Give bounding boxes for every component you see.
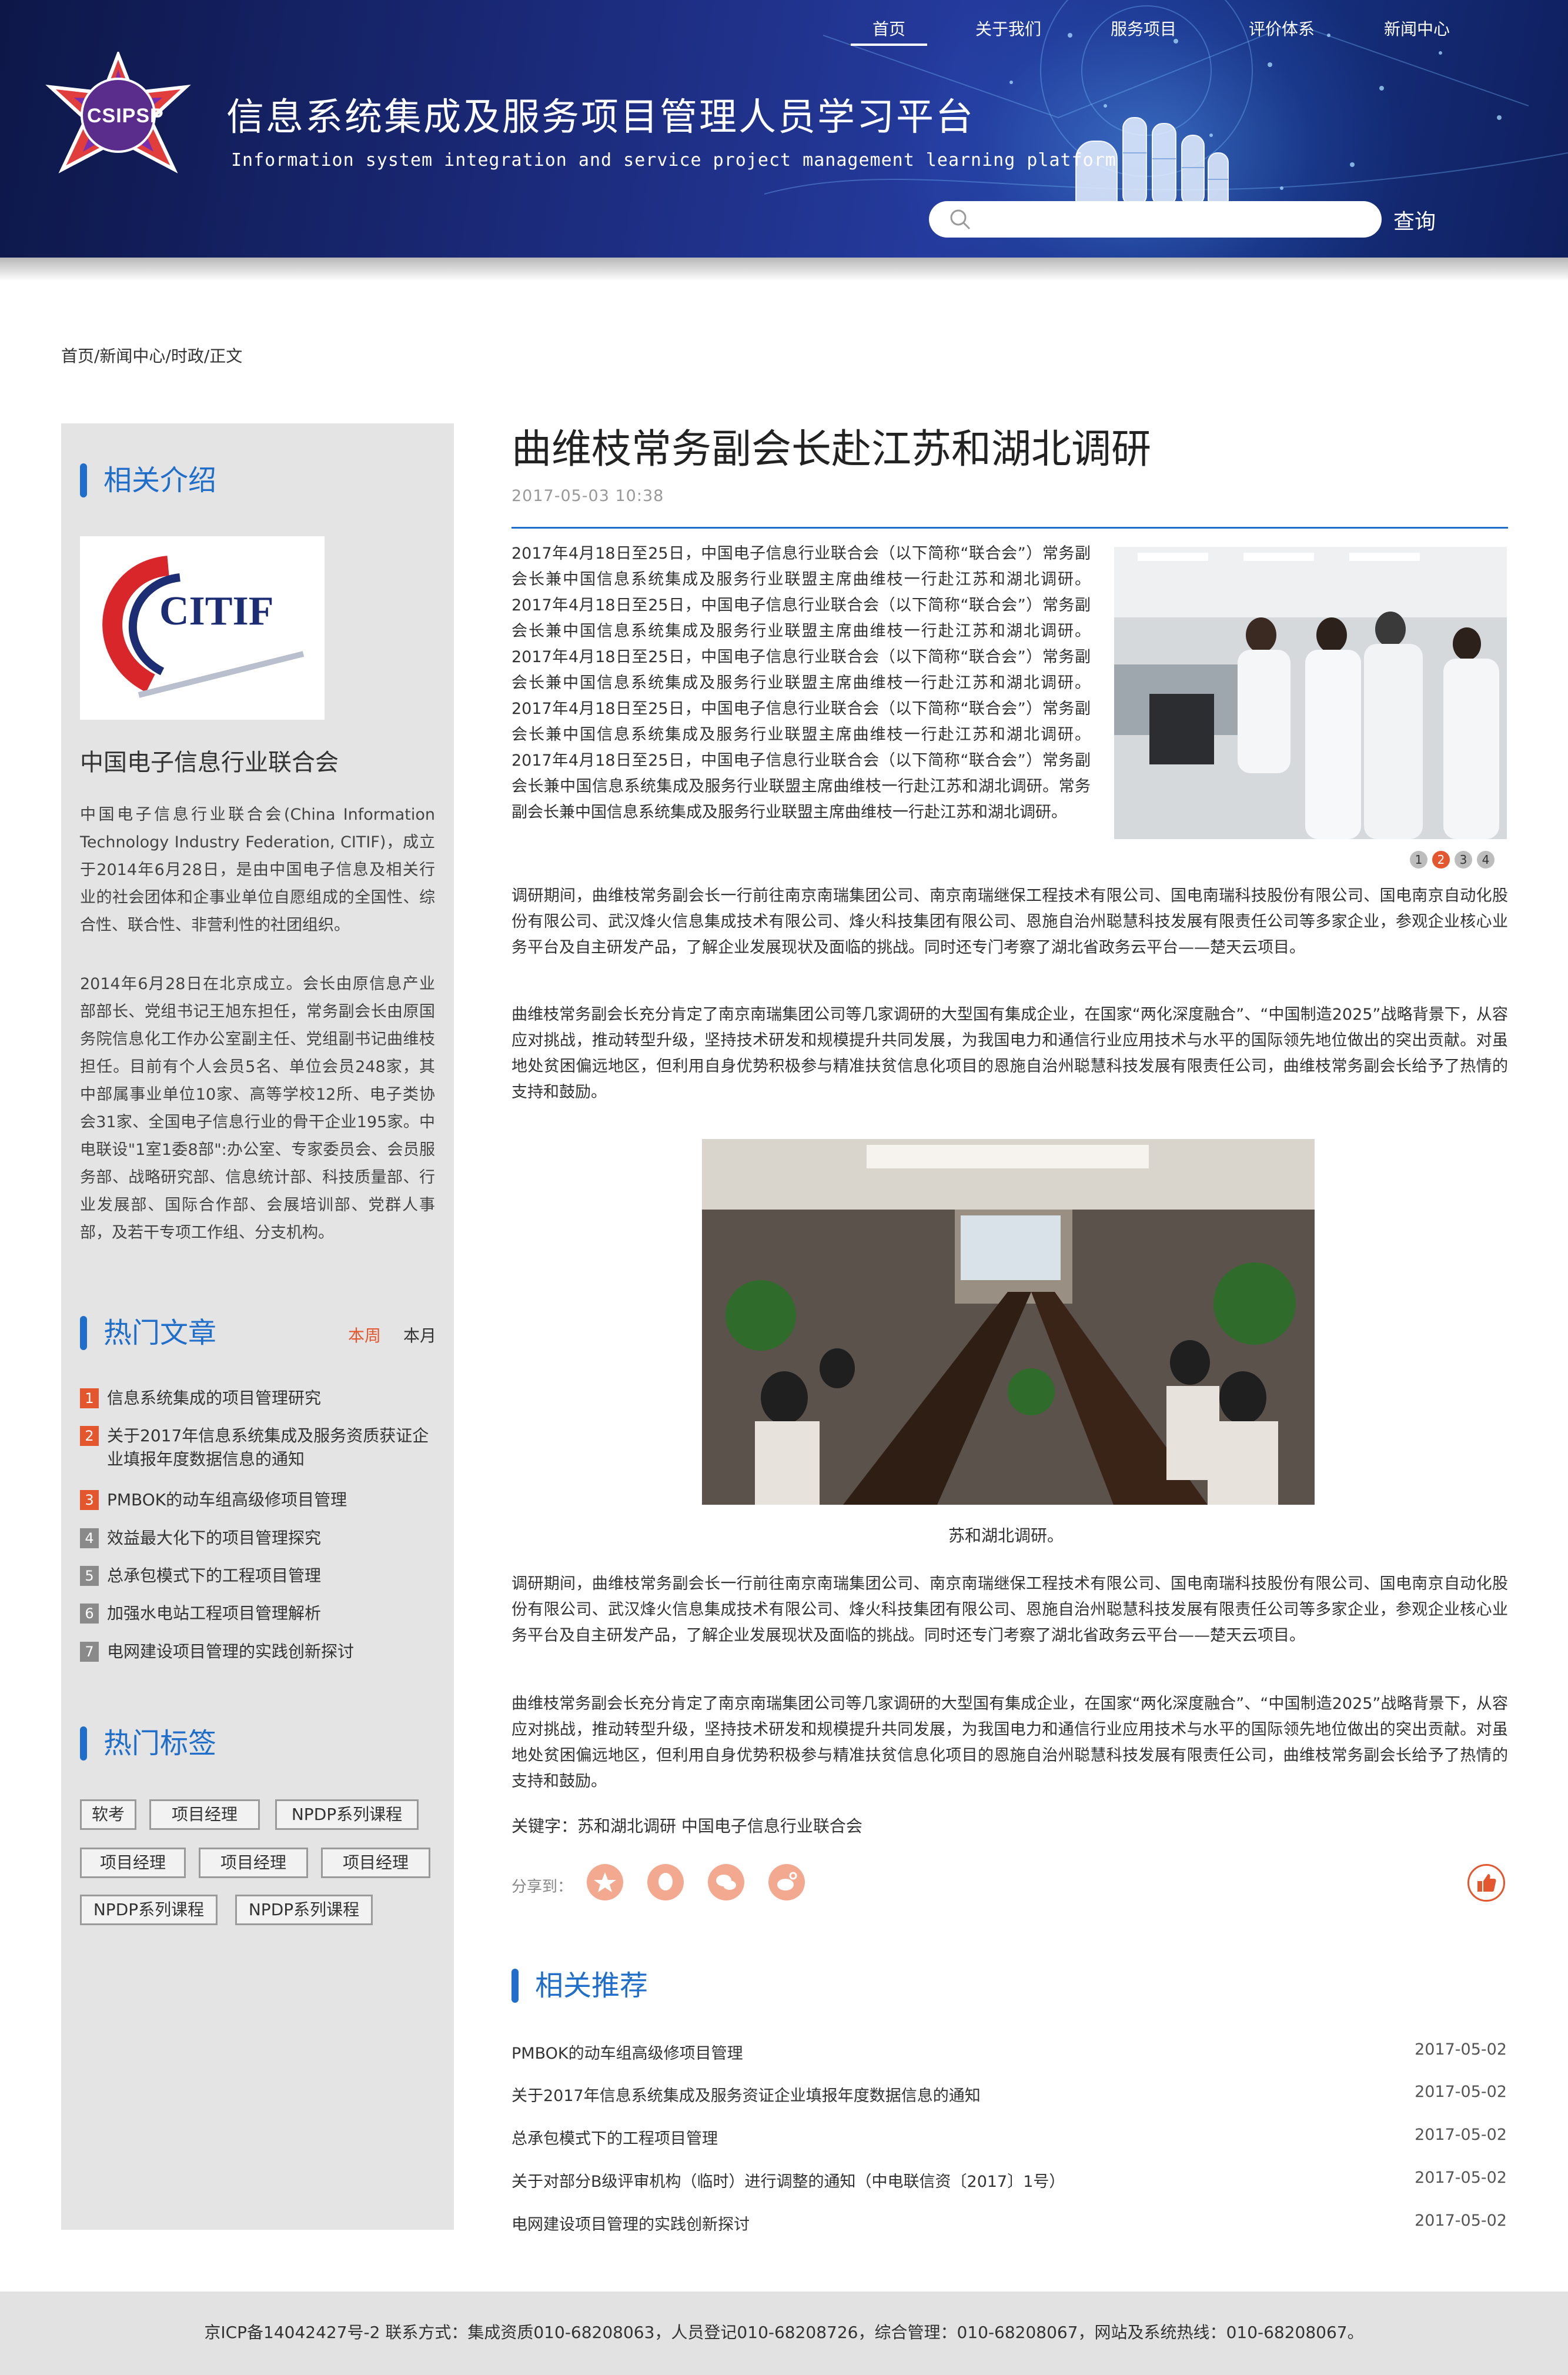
article-paragraph-affirm: 曲维枝常务副会长充分肯定了南京南瑞集团公司等几家调研的大型国有集成企业，在国家“… xyxy=(511,1006,1508,1101)
slider-dot[interactable]: 1 xyxy=(1410,851,1427,869)
tag[interactable]: NPDP系列课程 xyxy=(80,1895,218,1925)
recommend-title: 电网建设项目管理的实践创新探讨 xyxy=(511,2216,750,2234)
article-date: 2017-05-03 10:38 xyxy=(511,487,664,505)
tag[interactable]: NPDP系列课程 xyxy=(275,1799,419,1830)
hot-article-title: 关于2017年信息系统集成及服务资质获证企业填报年度数据信息的通知 xyxy=(107,1426,429,1469)
thumbs-up-icon xyxy=(1477,1874,1496,1892)
nav-evaluation[interactable]: 评价体系 xyxy=(1238,13,1326,46)
recommend-date: 2017-05-02 xyxy=(1415,2083,1507,2101)
recommend-title: 关于2017年信息系统集成及服务资证企业填报年度数据信息的通知 xyxy=(511,2087,981,2105)
slider-dot[interactable]: 3 xyxy=(1455,851,1472,869)
recommend-item[interactable]: PMBOK的动车组高级修项目管理 2017-05-02 xyxy=(511,2040,1508,2064)
share-label: 分享到： xyxy=(511,1878,573,1896)
recommend-item[interactable]: 总承包模式下的工程项目管理 2017-05-02 xyxy=(511,2126,1508,2149)
recommend-date: 2017-05-02 xyxy=(1415,2212,1507,2230)
recommend-date: 2017-05-02 xyxy=(1415,2126,1507,2144)
recommend-title: PMBOK的动车组高级修项目管理 xyxy=(511,2045,743,2063)
hot-article-title: 电网建设项目管理的实践创新探讨 xyxy=(107,1642,355,1661)
hot-articles-heading: 热门文章 xyxy=(103,1317,217,1349)
nav-home[interactable]: 首页 xyxy=(851,13,927,46)
site-header: CSIPSP 信息系统集成及服务项目管理人员学习平台 Information s… xyxy=(0,0,1568,258)
hot-article-title: 效益最大化下的项目管理探究 xyxy=(107,1528,322,1548)
nav-services[interactable]: 服务项目 xyxy=(1099,13,1188,46)
rank-badge: 5 xyxy=(80,1566,99,1586)
recommend-title: 关于对部分B级评审机构（临时）进行调整的通知（中电联信资〔2017〕1号） xyxy=(511,2173,1065,2191)
intro-heading: 相关介绍 xyxy=(103,464,217,497)
hot-tags-heading: 热门标签 xyxy=(103,1727,217,1760)
slider-dot-active[interactable]: 2 xyxy=(1432,851,1450,869)
recommend-title: 总承包模式下的工程项目管理 xyxy=(511,2130,718,2148)
tab-month[interactable]: 本月 xyxy=(403,1323,436,1347)
tag[interactable]: 项目经理 xyxy=(199,1848,308,1878)
intro-paragraph-1: 中国电子信息行业联合会(China Information Technology… xyxy=(80,806,435,934)
section-marker xyxy=(80,463,87,497)
slider-dot[interactable]: 4 xyxy=(1477,851,1495,869)
weibo-icon[interactable] xyxy=(768,1864,805,1900)
hot-article-title: 总承包模式下的工程项目管理 xyxy=(107,1566,322,1585)
intro-paragraph-2: 2014年6月28日在北京成立。会长由原信息产业部部长、党组书记王旭东担任，常务… xyxy=(80,975,435,1242)
section-marker xyxy=(80,1316,87,1350)
citif-logo-text: CITIF xyxy=(159,589,273,634)
tab-week[interactable]: 本周 xyxy=(348,1323,381,1347)
article-keywords: 关键字：苏和湖北调研 中国电子信息行业联合会 xyxy=(511,1816,862,1836)
recommend-heading: 相关推荐 xyxy=(535,1969,648,2002)
header-shadow xyxy=(0,258,1568,281)
section-marker xyxy=(511,1969,519,2003)
recommend-item[interactable]: 关于2017年信息系统集成及服务资证企业填报年度数据信息的通知 2017-05-… xyxy=(511,2083,1508,2106)
footer-text: 京ICP备14042427号-2 联系方式：集成资质010-68208063，人… xyxy=(204,2323,1364,2342)
recommend-date: 2017-05-02 xyxy=(1415,2169,1507,2187)
article-paragraph-affirm-repeat: 曲维枝常务副会长充分肯定了南京南瑞集团公司等几家调研的大型国有集成企业，在国家“… xyxy=(511,1695,1508,1791)
nav-news[interactable]: 新闻中心 xyxy=(1373,13,1461,46)
recommend-item[interactable]: 关于对部分B级评审机构（临时）进行调整的通知（中电联信资〔2017〕1号） 20… xyxy=(511,2169,1508,2192)
org-name: 中国电子信息行业联合会 xyxy=(80,749,339,776)
breadcrumb: 首页/新闻中心/时政/正文 xyxy=(61,346,243,366)
photo-caption: 苏和湖北调研。 xyxy=(948,1526,1064,1545)
nav-about[interactable]: 关于我们 xyxy=(964,13,1052,46)
lab-visit-photo xyxy=(1114,547,1507,839)
site-footer: 京ICP备14042427号-2 联系方式：集成资质010-68208063，人… xyxy=(0,2292,1568,2375)
rank-badge: 3 xyxy=(80,1490,99,1510)
article-paragraph-visit: 调研期间，曲维枝常务副会长一行前往南京南瑞集团公司、南京南瑞继保工程技术有限公司… xyxy=(511,887,1508,957)
site-title: 信息系统集成及服务项目管理人员学习平台 xyxy=(226,96,975,139)
hot-article-title: PMBOK的动车组高级修项目管理 xyxy=(107,1490,347,1509)
tag[interactable]: NPDP系列课程 xyxy=(235,1895,373,1925)
citif-logo-graphic: CITIF xyxy=(80,536,325,720)
rank-badge: 2 xyxy=(80,1426,99,1446)
qzone-icon[interactable] xyxy=(587,1864,623,1900)
tag[interactable]: 项目经理 xyxy=(80,1848,186,1878)
article-title: 曲维枝常务副会长赴江苏和湖北调研 xyxy=(511,426,1152,473)
hot-article-title: 加强水电站工程项目管理解析 xyxy=(107,1604,322,1623)
article-intro: 2017年4月18日至25日，中国电子信息行业联合会（以下简称“联合会”）常务副… xyxy=(511,545,1091,821)
meeting-photo xyxy=(702,1139,1315,1505)
search-input[interactable] xyxy=(929,201,1382,238)
citif-logo-image: CITIF xyxy=(80,536,325,720)
tag[interactable]: 软考 xyxy=(80,1799,136,1830)
rank-badge: 1 xyxy=(80,1388,99,1408)
recommend-item[interactable]: 电网建设项目管理的实践创新探讨 2017-05-02 xyxy=(511,2212,1508,2235)
search-icon xyxy=(950,209,971,230)
like-button[interactable] xyxy=(1467,1864,1505,1902)
article-paragraph-visit-repeat: 调研期间，曲维枝常务副会长一行前往南京南瑞集团公司、南京南瑞继保工程技术有限公司… xyxy=(511,1575,1508,1645)
qq-icon[interactable] xyxy=(647,1864,684,1900)
hot-article-title: 信息系统集成的项目管理研究 xyxy=(107,1388,322,1408)
rank-badge: 6 xyxy=(80,1604,99,1624)
title-divider xyxy=(511,527,1508,529)
site-subtitle: Information system integration and servi… xyxy=(231,150,1116,171)
meeting-photo-graphic xyxy=(702,1139,1315,1505)
lab-visit-photo-graphic xyxy=(1114,547,1507,839)
rank-badge: 4 xyxy=(80,1528,99,1548)
recommend-date: 2017-05-02 xyxy=(1415,2040,1507,2059)
wechat-icon[interactable] xyxy=(708,1864,744,1900)
tag[interactable]: 项目经理 xyxy=(321,1848,430,1878)
section-marker xyxy=(80,1726,87,1761)
logo-text: CSIPSP xyxy=(87,105,164,127)
rank-badge: 7 xyxy=(80,1642,99,1662)
tag[interactable]: 项目经理 xyxy=(149,1799,260,1830)
search-button[interactable]: 查询 xyxy=(1393,205,1436,235)
